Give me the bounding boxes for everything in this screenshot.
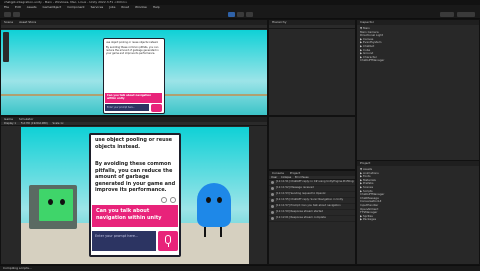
status-text: Compiling scripts...	[3, 266, 32, 270]
eye-icon	[48, 199, 53, 205]
hierarchy-lower-panel	[268, 116, 356, 170]
tab-console[interactable]: Console	[272, 171, 284, 175]
tab-game[interactable]: Game	[4, 117, 13, 121]
pause-button[interactable]	[237, 12, 244, 17]
console-error-pause-button[interactable]: Error Pause	[295, 176, 309, 179]
mic-button[interactable]	[158, 231, 178, 251]
chat-text-top: use object pooling or reuse objects inst…	[95, 137, 173, 150]
scene-panel: Scene Asset Store use object pooling or …	[0, 19, 268, 116]
project-tabs: Project	[357, 161, 479, 166]
tab-scene[interactable]: Scene	[4, 20, 13, 24]
console-clear-button[interactable]: Clear	[271, 176, 277, 179]
scene-chat-text-top: use object pooling or reuse objects inst…	[106, 41, 159, 44]
hierarchy-tree: ▼ Main Main Camera Directional Light ▶ C…	[357, 25, 479, 65]
chat-text-body: By avoiding these common pitfalls, you c…	[95, 161, 176, 193]
cloud-icon[interactable]	[13, 12, 20, 17]
blob-leg	[204, 227, 206, 237]
eye-icon	[206, 197, 211, 203]
aspect-dropdown[interactable]: Full HD (1920x1080)	[21, 122, 48, 125]
hierarchy-panel: Hierarchy	[268, 19, 356, 116]
menu-assets[interactable]: Assets	[27, 5, 37, 9]
status-bar: Compiling scripts...	[0, 265, 480, 270]
account-button[interactable]	[4, 12, 11, 17]
cube-character	[29, 185, 77, 229]
copy-icon[interactable]	[170, 197, 176, 203]
hierarchy-item[interactable]: ChatGPTManager	[360, 59, 476, 63]
menu-services[interactable]: Services	[91, 5, 104, 9]
tab-asset-store[interactable]: Asset Store	[19, 20, 36, 24]
toolbar	[0, 10, 480, 19]
game-panel: Game Simulator Display 1 Full HD (1920x1…	[0, 116, 268, 265]
scene-chat-question: Can you talk about navigation within uni…	[105, 93, 162, 103]
menu-file[interactable]: File	[4, 5, 9, 9]
chat-input[interactable]: Enter your prompt here...	[92, 231, 156, 251]
play-button[interactable]	[228, 12, 235, 17]
scene-toolbar	[1, 25, 267, 29]
chat-window: use object pooling or reuse objects inst…	[89, 133, 181, 257]
tab-inspector[interactable]: Inspector	[360, 20, 374, 24]
project-item[interactable]: ▶ Packages	[360, 218, 478, 222]
menu-component[interactable]: Component	[67, 5, 84, 9]
menu-window[interactable]: Window	[135, 5, 147, 9]
scene-mic-button[interactable]	[151, 104, 162, 112]
game-toolbar: Display 1 Full HD (1920x1080) Scale 1x	[1, 122, 267, 126]
tab-hierarchy[interactable]: Hierarchy	[272, 20, 287, 24]
console-panel: Console Project Clear Collapse Error Pau…	[268, 170, 356, 265]
scene-chat-text-body: By avoiding these common pitfalls, you c…	[106, 46, 159, 55]
mic-icon-stand	[167, 244, 169, 247]
console-log-list: [11:11:51] ChatGPT reply: in C# using Un…	[269, 180, 355, 222]
scale-slider[interactable]: Scale 1x	[53, 122, 64, 125]
replay-icon[interactable]	[161, 197, 167, 203]
menu-gameobject[interactable]: GameObject	[43, 5, 62, 9]
console-collapse-button[interactable]: Collapse	[281, 176, 291, 179]
layers-dropdown[interactable]	[440, 12, 454, 17]
scene-chat-window: use object pooling or reuse objects inst…	[103, 38, 165, 114]
menu-jobs[interactable]: Jobs	[109, 5, 115, 9]
eye-icon	[60, 199, 65, 205]
console-log-entry[interactable]: [11:12:01] Response stream complete	[269, 216, 355, 222]
blob-leg	[220, 227, 222, 237]
inspector-panel: Inspector ▼ Main Main Camera Directional…	[356, 19, 480, 265]
mic-icon	[165, 235, 171, 244]
hierarchy-search-bar[interactable]	[269, 25, 355, 29]
step-button[interactable]	[246, 12, 253, 17]
cube-face	[39, 189, 73, 221]
game-viewport[interactable]: use object pooling or reuse objects inst…	[21, 127, 249, 264]
layout-dropdown[interactable]	[457, 12, 475, 17]
tool-palette[interactable]	[3, 32, 9, 62]
eye-icon	[217, 197, 222, 203]
project-tree: ▼ Assets ▶ Animations ▶ Fonts ▶ Material…	[360, 168, 478, 222]
blob-character	[197, 183, 231, 227]
menu-edit[interactable]: Edit	[15, 5, 21, 9]
tab-simulator[interactable]: Simulator	[19, 117, 33, 121]
tab-project[interactable]: Project	[360, 161, 370, 165]
scene-chat-input[interactable]: Enter your prompt here...	[105, 104, 149, 111]
menu-rivet[interactable]: Rivet	[121, 5, 129, 9]
scene-viewport[interactable]: use object pooling or reuse objects inst…	[1, 30, 267, 115]
chat-question-bubble: Can you talk about navigation within uni…	[92, 205, 178, 227]
tab-project-2[interactable]: Project	[290, 171, 300, 175]
menu-help[interactable]: Help	[153, 5, 160, 9]
display-dropdown[interactable]: Display 1	[4, 122, 16, 125]
